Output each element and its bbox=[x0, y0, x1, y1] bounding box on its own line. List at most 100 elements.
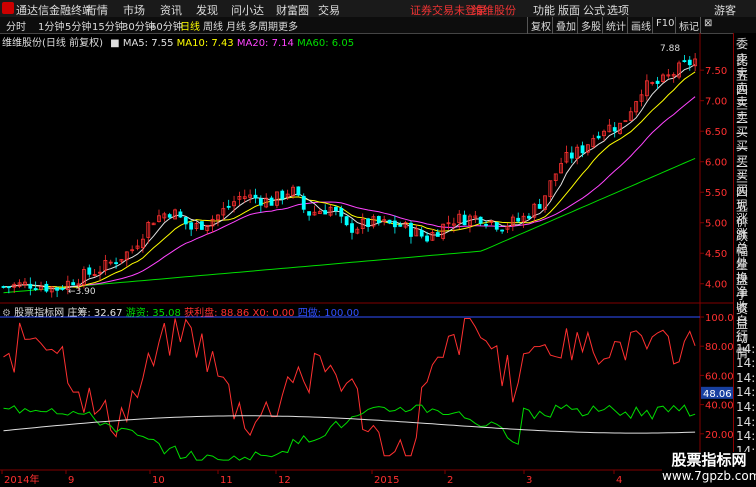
candle-body bbox=[199, 221, 204, 230]
candle-body bbox=[55, 287, 60, 291]
low-price-label: ←3.90 bbox=[68, 287, 96, 297]
candle-body bbox=[6, 286, 11, 289]
period-tab-fenshi[interactable]: 分时 bbox=[6, 18, 26, 33]
candle-body bbox=[189, 222, 194, 230]
candle-body bbox=[376, 216, 381, 224]
side-panel-item[interactable]: 14:5 bbox=[736, 400, 756, 414]
quote-side-panel: 委比 卖五 卖四 卖三 卖二 卖一 买一 买二 买三 买四 买五 现价 涨跌 涨幅 总量 外盘 换手 净资 收益 自动… bbox=[733, 33, 756, 487]
candle-body bbox=[409, 222, 413, 237]
menu-function[interactable]: 功能 bbox=[533, 2, 555, 18]
indicator-tick-label: 40.00 bbox=[705, 401, 733, 412]
candle-body bbox=[253, 194, 258, 199]
menu-market[interactable]: 市场 bbox=[123, 2, 145, 18]
kline-chart-area[interactable]: 7.50 7.00 6.50 6.00 5.50 5.00 4.50 4.00 100.0 80.… bbox=[0, 33, 733, 487]
candle-body bbox=[280, 190, 285, 200]
candle-body bbox=[87, 267, 92, 275]
price-tick-label: 5.00 bbox=[705, 219, 727, 230]
candle-body bbox=[596, 135, 601, 139]
price-tick-label: 7.00 bbox=[705, 97, 727, 108]
indicator-youzi: 游资: 35.08 bbox=[125, 308, 181, 319]
f10-button[interactable]: F10 bbox=[652, 17, 677, 34]
restore-rights-button[interactable]: 复权 bbox=[527, 17, 554, 34]
candle-body bbox=[419, 230, 424, 237]
settings-icon[interactable]: ⚙ bbox=[2, 308, 11, 319]
mark-button[interactable]: 标记 bbox=[675, 17, 702, 34]
indicator-name[interactable]: 股票指标网 bbox=[14, 308, 64, 319]
draw-line-button[interactable]: 画线 bbox=[627, 17, 654, 34]
overlay-button[interactable]: 叠加 bbox=[552, 17, 579, 34]
menu-news[interactable]: 资讯 bbox=[160, 2, 182, 18]
period-tab-daily[interactable]: 日线 bbox=[180, 18, 200, 33]
candle-body bbox=[435, 232, 440, 237]
candle-body bbox=[296, 186, 301, 196]
x-tick-label: 10 bbox=[152, 475, 165, 486]
candle-body bbox=[478, 216, 483, 224]
multi-stock-button[interactable]: 多股 bbox=[577, 17, 604, 34]
candle-body bbox=[71, 282, 76, 286]
price-tick-label: 7.50 bbox=[705, 66, 727, 77]
watermark: 股票指标网 www.7gpzb.com bbox=[662, 452, 756, 487]
side-panel-item[interactable]: 14:5 bbox=[736, 371, 756, 385]
candle-body bbox=[33, 288, 38, 291]
candle-body bbox=[307, 211, 312, 216]
candle-body bbox=[580, 145, 585, 154]
menu-layout[interactable]: 版面 bbox=[558, 2, 580, 18]
ma60-line bbox=[3, 157, 696, 294]
candle-body bbox=[392, 220, 397, 228]
candle-body bbox=[398, 224, 403, 227]
period-tab-15min[interactable]: 15分钟 bbox=[92, 18, 125, 33]
side-panel-item[interactable]: 14:5 bbox=[736, 415, 756, 429]
close-panel-icon[interactable]: ⊠ bbox=[700, 17, 715, 34]
period-tab-monthly[interactable]: 月线 bbox=[226, 18, 246, 33]
indicator-tick-label: 20.00 bbox=[705, 430, 733, 441]
period-tab-weekly[interactable]: 周线 bbox=[203, 18, 223, 33]
candle-body bbox=[339, 208, 344, 217]
candle-body bbox=[537, 204, 542, 209]
menu-trade[interactable]: 交易 bbox=[318, 2, 340, 18]
menu-discover[interactable]: 发现 bbox=[196, 2, 218, 18]
candle-body bbox=[258, 198, 263, 206]
candle-body bbox=[527, 215, 531, 219]
x-tick-label: 2014年 bbox=[4, 473, 39, 486]
menu-wenxiaoda[interactable]: 问小达 bbox=[231, 2, 264, 18]
title-bar: 通达信金融终端 行情 市场 资讯 发现 问小达 财富圈 交易 证券交易未登录 维… bbox=[0, 0, 756, 18]
candle-body bbox=[425, 235, 429, 242]
period-tab-more[interactable]: 更多 bbox=[278, 18, 298, 33]
ma-info-line: 维维股份(日线 前复权) ■ MA5: 7.55 MA10: 7.43 MA20… bbox=[2, 38, 355, 49]
period-tab-multi[interactable]: 多周期 bbox=[248, 18, 278, 33]
side-panel-item[interactable]: 14:5 bbox=[736, 429, 756, 443]
side-panel-item[interactable]: 14:5 bbox=[736, 342, 756, 356]
indicator-tick-label: 80.00 bbox=[705, 342, 733, 353]
menu-wealth[interactable]: 财富圈 bbox=[276, 2, 309, 18]
side-panel-item[interactable]: 14:5 bbox=[736, 356, 756, 370]
ma5-line bbox=[3, 64, 696, 290]
menu-formula[interactable]: 公式 bbox=[583, 2, 605, 18]
period-tab-60min[interactable]: 60分钟 bbox=[150, 18, 183, 33]
x-tick-label: 3 bbox=[526, 475, 532, 486]
indicator-info-line: ⚙ 股票指标网 庄筹: 32.67 游资: 35.08 获利盘: 88.86 X… bbox=[2, 304, 359, 319]
x-tick-label: 2 bbox=[447, 475, 453, 486]
menu-quotes[interactable]: 行情 bbox=[86, 2, 108, 18]
statistics-button[interactable]: 统计 bbox=[602, 17, 629, 34]
user-label[interactable]: 游客 bbox=[714, 2, 736, 18]
stock-badge[interactable]: 维维股份 bbox=[472, 2, 516, 18]
candle-body bbox=[500, 229, 505, 232]
x-tick-label: 11 bbox=[220, 475, 233, 486]
watermark-url: www.7gpzb.com bbox=[662, 469, 756, 483]
x-tick-label: 12 bbox=[278, 475, 291, 486]
side-panel-item[interactable]: 14:5 bbox=[736, 385, 756, 399]
price-tick-label: 6.50 bbox=[705, 127, 727, 138]
app-name: 通达信金融终端 bbox=[16, 4, 93, 17]
candle-body bbox=[323, 210, 328, 215]
x-tick-label: 4 bbox=[616, 475, 622, 486]
menu-options[interactable]: 选项 bbox=[607, 2, 629, 18]
candle-body bbox=[226, 205, 231, 208]
candle-body bbox=[484, 224, 488, 226]
ma20-label: MA20: 7.14 bbox=[236, 38, 294, 49]
current-value-label: 48.06 bbox=[703, 389, 732, 400]
x-tick-label: 2015 bbox=[374, 475, 399, 486]
candle-body bbox=[28, 283, 33, 289]
price-tick-label: 4.00 bbox=[705, 280, 727, 291]
period-tab-1min[interactable]: 1分钟 bbox=[38, 18, 64, 33]
period-tab-5min[interactable]: 5分钟 bbox=[65, 18, 91, 33]
